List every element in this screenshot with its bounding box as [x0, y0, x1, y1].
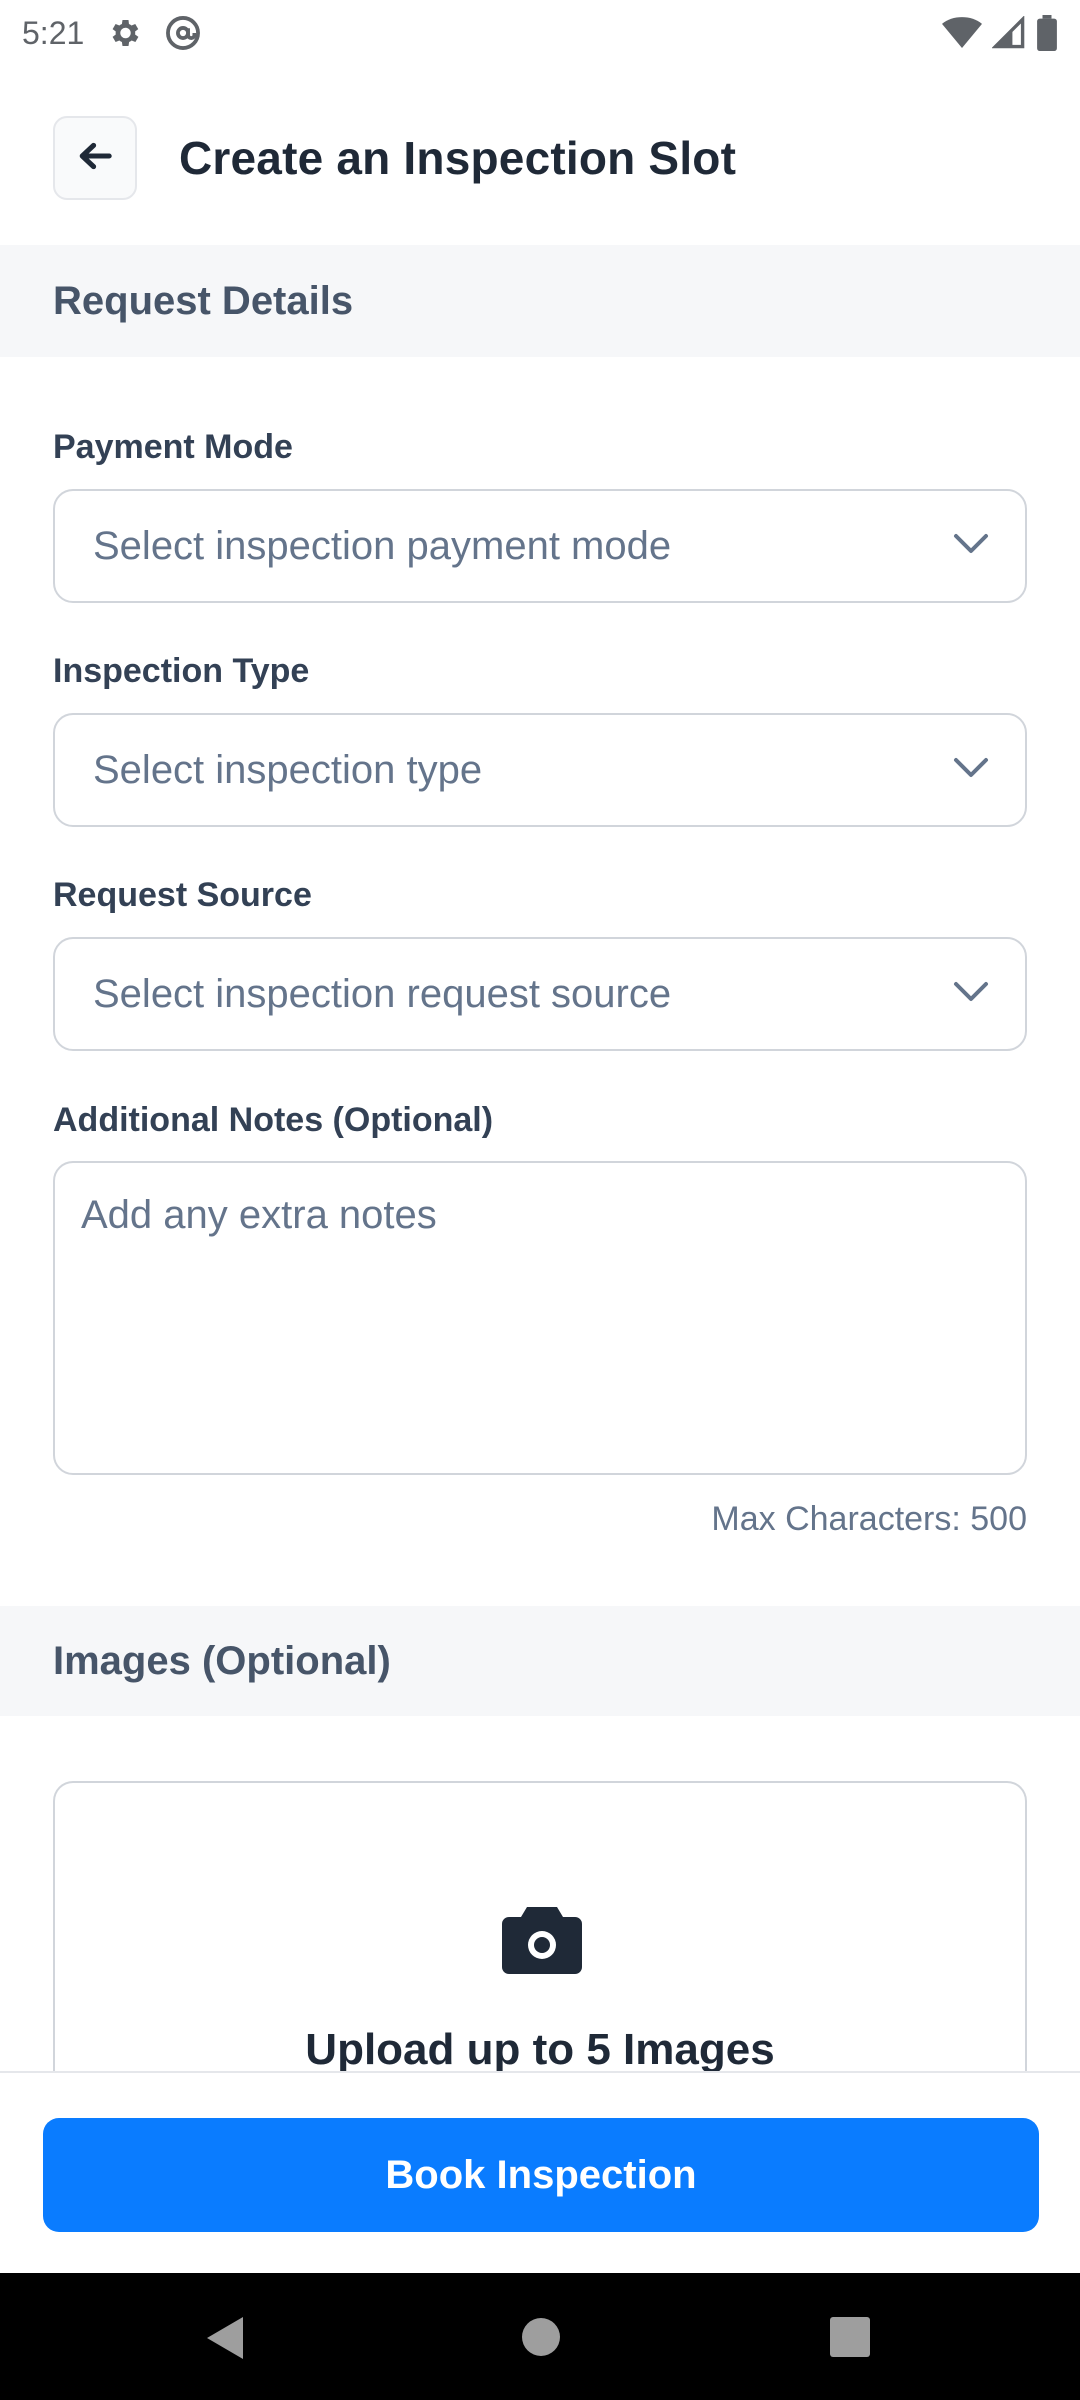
- status-left: 5:21: [22, 14, 202, 52]
- status-bar: 5:21: [0, 0, 1080, 66]
- chevron-down-icon: [953, 533, 989, 560]
- system-nav-bar: [0, 2273, 1080, 2400]
- back-button[interactable]: [53, 116, 137, 200]
- section-images: Images (Optional): [0, 1606, 1080, 1716]
- additional-notes-label: Additional Notes (Optional): [53, 1101, 494, 1139]
- camera-icon: [501, 1903, 583, 1980]
- request-source-label: Request Source: [53, 876, 312, 914]
- wifi-icon: [942, 16, 982, 50]
- status-right: [942, 15, 1058, 51]
- inspection-type-label: Inspection Type: [53, 652, 310, 690]
- at-sign-icon: [164, 14, 202, 52]
- request-source-placeholder: Select inspection request source: [93, 971, 672, 1016]
- gear-icon: [106, 15, 142, 51]
- back-triangle-icon[interactable]: [205, 2315, 245, 2361]
- recents-square-icon[interactable]: [830, 2317, 870, 2357]
- signal-icon: [992, 16, 1026, 50]
- inspection-type-placeholder: Select inspection type: [93, 747, 483, 792]
- inspection-type-select[interactable]: Select inspection type: [53, 713, 1027, 827]
- max-characters-hint: Max Characters: 500: [711, 1500, 1027, 1538]
- request-source-select[interactable]: Select inspection request source: [53, 937, 1027, 1051]
- image-upload-area[interactable]: Upload up to 5 Images: [53, 1781, 1027, 2081]
- bottom-action-bar: Book Inspection: [0, 2071, 1080, 2273]
- upload-title: Upload up to 5 Images: [305, 2025, 775, 2074]
- additional-notes-placeholder: Add any extra notes: [81, 1193, 437, 1237]
- section-request-details: Request Details: [0, 245, 1080, 357]
- battery-icon: [1036, 15, 1058, 51]
- status-time: 5:21: [22, 14, 85, 51]
- page-title: Create an Inspection Slot: [179, 132, 737, 184]
- chevron-down-icon: [953, 757, 989, 784]
- payment-mode-label: Payment Mode: [53, 428, 293, 466]
- additional-notes-textarea[interactable]: Add any extra notes: [53, 1161, 1027, 1475]
- app-header: Create an Inspection Slot: [0, 110, 1080, 206]
- home-circle-icon[interactable]: [521, 2317, 561, 2357]
- payment-mode-select[interactable]: Select inspection payment mode: [53, 489, 1027, 603]
- screen: 5:21 Create an Inspection Slot Request D…: [0, 0, 1080, 2400]
- arrow-left-icon: [78, 141, 112, 176]
- book-inspection-button[interactable]: Book Inspection: [43, 2118, 1039, 2232]
- payment-mode-placeholder: Select inspection payment mode: [93, 523, 672, 568]
- chevron-down-icon: [953, 981, 989, 1008]
